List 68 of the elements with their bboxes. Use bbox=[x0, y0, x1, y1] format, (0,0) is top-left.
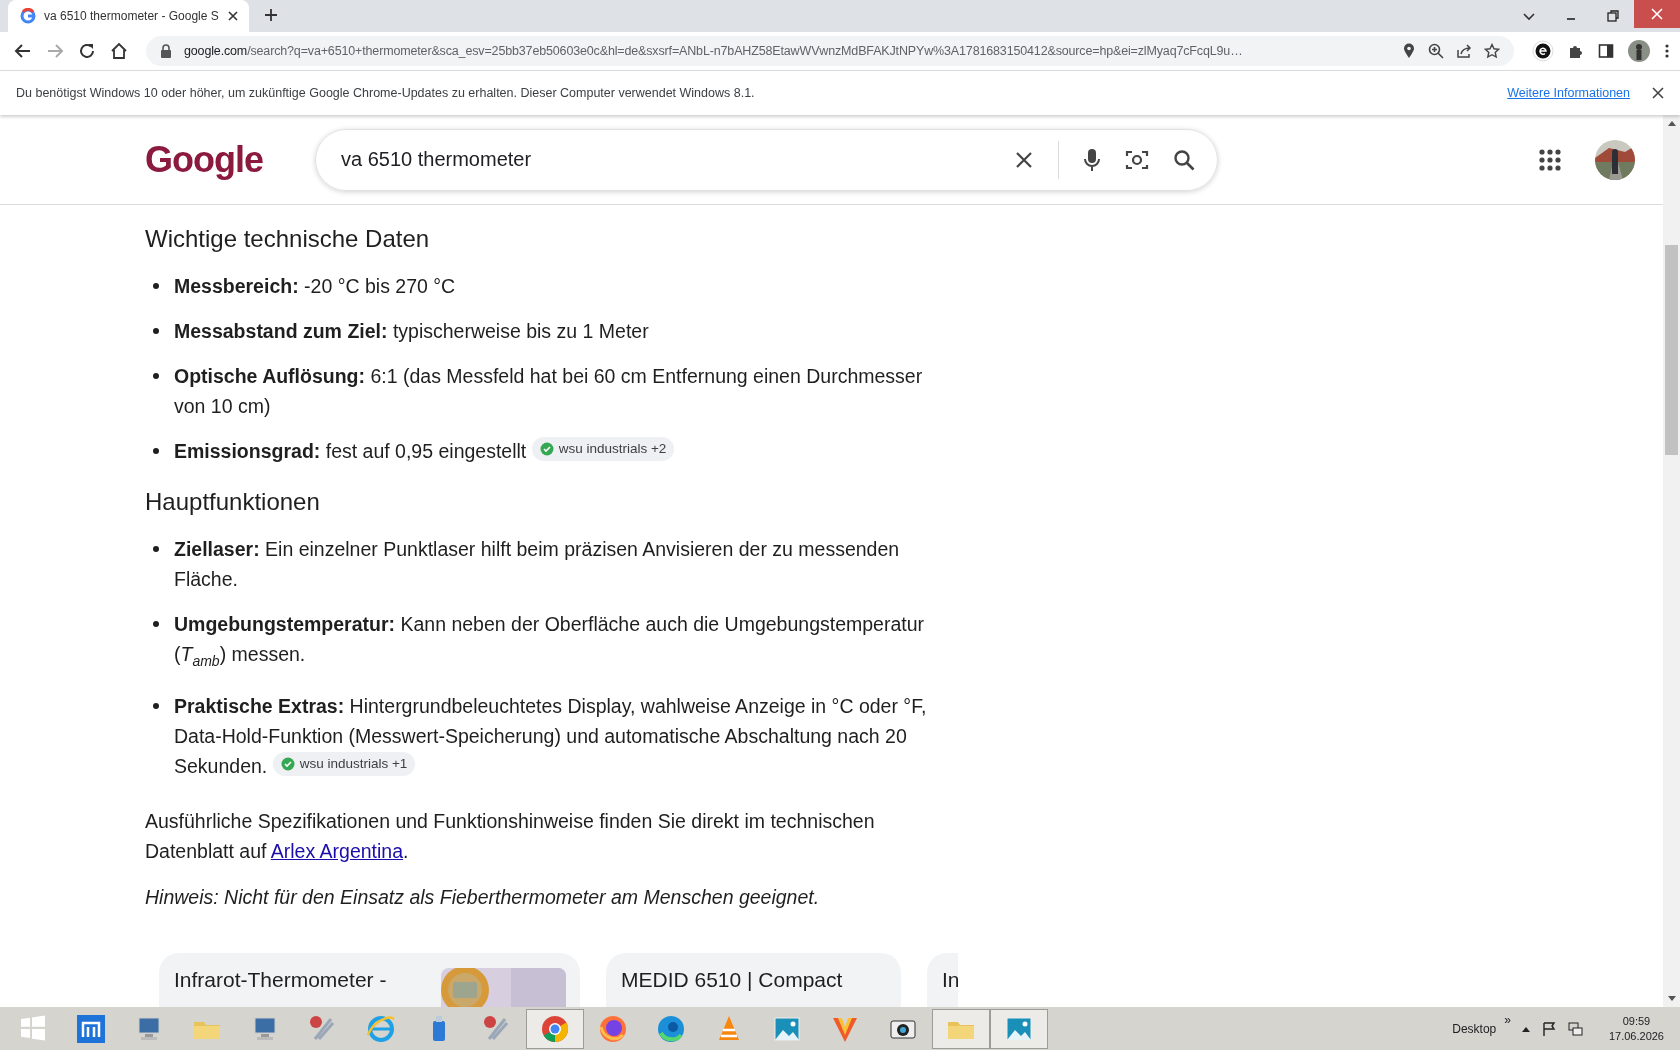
menu-icon[interactable] bbox=[1664, 43, 1670, 59]
result-card[interactable]: In bbox=[927, 952, 958, 1007]
scrollbar-thumb[interactable] bbox=[1665, 245, 1678, 455]
section-heading: Wichtige technische Daten bbox=[145, 225, 431, 253]
puzzle-icon[interactable] bbox=[1568, 43, 1584, 59]
source-chip[interactable]: wsu industrials +1 bbox=[272, 751, 416, 776]
bullet bbox=[153, 373, 159, 379]
desktop-label[interactable]: Desktop bbox=[1452, 1021, 1497, 1036]
browser-tab[interactable]: va 6510 thermometer - Google S bbox=[8, 0, 249, 32]
list-item-text: Emissionsgrad: fest auf 0,95 eingestellt wsu industrials +2 bbox=[174, 436, 675, 466]
clock-date[interactable]: 17.06.2026 bbox=[1608, 1028, 1664, 1044]
google-icon bbox=[20, 8, 36, 24]
reload-icon[interactable] bbox=[78, 42, 96, 60]
lock-icon bbox=[160, 44, 172, 58]
location-pin-icon[interactable] bbox=[1402, 43, 1416, 59]
address-bar[interactable]: google.com/search?q=va+6510+thermometer&sca_esv=25bb37eb50603e0c&hl=de&sxsrf=ANbL-n7bAHZ58EtawWVwnzMdBFAKJtNPYw%3A1781683150412&source=hp&ei=zlMyaq7cFcqL9u… bbox=[146, 36, 1514, 66]
apps-grid-icon[interactable] bbox=[1539, 148, 1561, 171]
bullet bbox=[153, 702, 159, 709]
home-icon[interactable] bbox=[110, 42, 128, 60]
bullet bbox=[153, 546, 159, 552]
list-item-text: Ziellaser: Ein einzelner Punktlaser hilft beim präzisen Anvisieren der zu messenden Fläche. bbox=[174, 537, 901, 592]
clock-time[interactable]: 09:59 bbox=[1622, 1013, 1651, 1029]
scroll-down-icon bbox=[1666, 995, 1677, 1003]
share-icon[interactable] bbox=[1456, 43, 1472, 59]
bullet bbox=[153, 448, 159, 454]
profile-avatar-icon[interactable] bbox=[1628, 40, 1650, 62]
list-item-text: Messabstand zum Ziel: typischerweise bis zu 1 Meter bbox=[174, 319, 649, 344]
list-item-text: Umgebungstemperatur: Kann neben der Oberfläche auch die Umgebungstemperatur (T$_{amb}$) messen. bbox=[174, 612, 926, 671]
close-icon[interactable] bbox=[226, 10, 239, 22]
back-icon[interactable] bbox=[14, 42, 32, 60]
close-icon[interactable] bbox=[1652, 87, 1664, 99]
bullet bbox=[153, 328, 159, 334]
app-icon bbox=[75, 1012, 107, 1045]
bullet bbox=[153, 283, 159, 289]
search-icon[interactable] bbox=[1173, 148, 1195, 171]
source-link[interactable]: Arlex Argentina bbox=[270, 839, 403, 862]
bullet bbox=[153, 621, 159, 627]
list-item-text: Praktische Extras: Hintergrundbeleuchtetes Display, wahlweise Anzeige in °C oder °F, Data-Hold-Funktion (Messwert-Speicherung) und automatische Abschaltung nach 20 Sekunden. wsu industrials +1 bbox=[174, 693, 928, 779]
network-icon[interactable] bbox=[1566, 1020, 1583, 1037]
flag-icon[interactable] bbox=[1540, 1020, 1557, 1037]
close-window-button[interactable] bbox=[1634, 0, 1680, 28]
url-text: google.com/search?q=va+6510+thermometer&sca_esv=25bb37eb50603e0c&hl=de&sxsrf=ANbL-n7bAHZ58EtawWVwnzMdBFAKJtNPYw%3A1781683150412&source=hp&ei=zlMyaq7cFcqL9u… bbox=[184, 44, 1244, 58]
chevron-button[interactable]: » bbox=[1504, 1013, 1511, 1027]
microphone-icon[interactable] bbox=[1083, 147, 1101, 172]
account-avatar-icon[interactable] bbox=[1595, 139, 1635, 180]
summary-paragraph: Ausführliche Spezifikationen und Funktionshinweise finden Sie direkt im technischen Datenblatt auf Arlex Argentina. bbox=[145, 808, 876, 864]
scroll-up-icon bbox=[1666, 119, 1677, 127]
source-chip[interactable]: wsu industrials +2 bbox=[531, 437, 675, 461]
result-card[interactable]: MEDID 6510 | Compact bbox=[606, 952, 901, 1007]
close-icon bbox=[1651, 8, 1663, 20]
section-heading: Hauptfunktionen bbox=[145, 488, 321, 516]
shield-icon bbox=[539, 442, 554, 456]
result-card[interactable]: Infrarot-Thermometer - bbox=[159, 952, 580, 1007]
star-icon[interactable] bbox=[1484, 43, 1500, 59]
more-info-link[interactable]: Weitere Informationen bbox=[1507, 86, 1630, 100]
note-text: Hinweis: Nicht für den Einsatz als Fieberthermometer am Menschen geeignet. bbox=[145, 885, 821, 909]
infobar-message: Du benötigst Windows 10 oder höher, um zukünftige Google Chrome-Updates zu erhalten. Dieser Computer verwendet Windows 8.1. bbox=[16, 86, 756, 100]
shield-icon bbox=[280, 756, 295, 771]
zoom-icon[interactable] bbox=[1428, 43, 1444, 59]
clear-icon[interactable] bbox=[1014, 149, 1034, 170]
side-panel-icon[interactable] bbox=[1598, 43, 1614, 59]
scrollbar[interactable] bbox=[1663, 115, 1680, 1007]
google-logo[interactable]: Google bbox=[145, 138, 315, 181]
list-item-text: Optische Auflösung: 6:1 (das Messfeld hat bei 60 cm Entfernung einen Durchmesser von 10 cm) bbox=[174, 364, 924, 419]
extension-logo-icon[interactable] bbox=[1532, 40, 1554, 62]
list-item-text: Messbereich: -20 °C bis 270 °C bbox=[174, 274, 456, 299]
restore-icon[interactable] bbox=[1606, 9, 1620, 23]
new-tab-icon[interactable] bbox=[262, 7, 279, 23]
